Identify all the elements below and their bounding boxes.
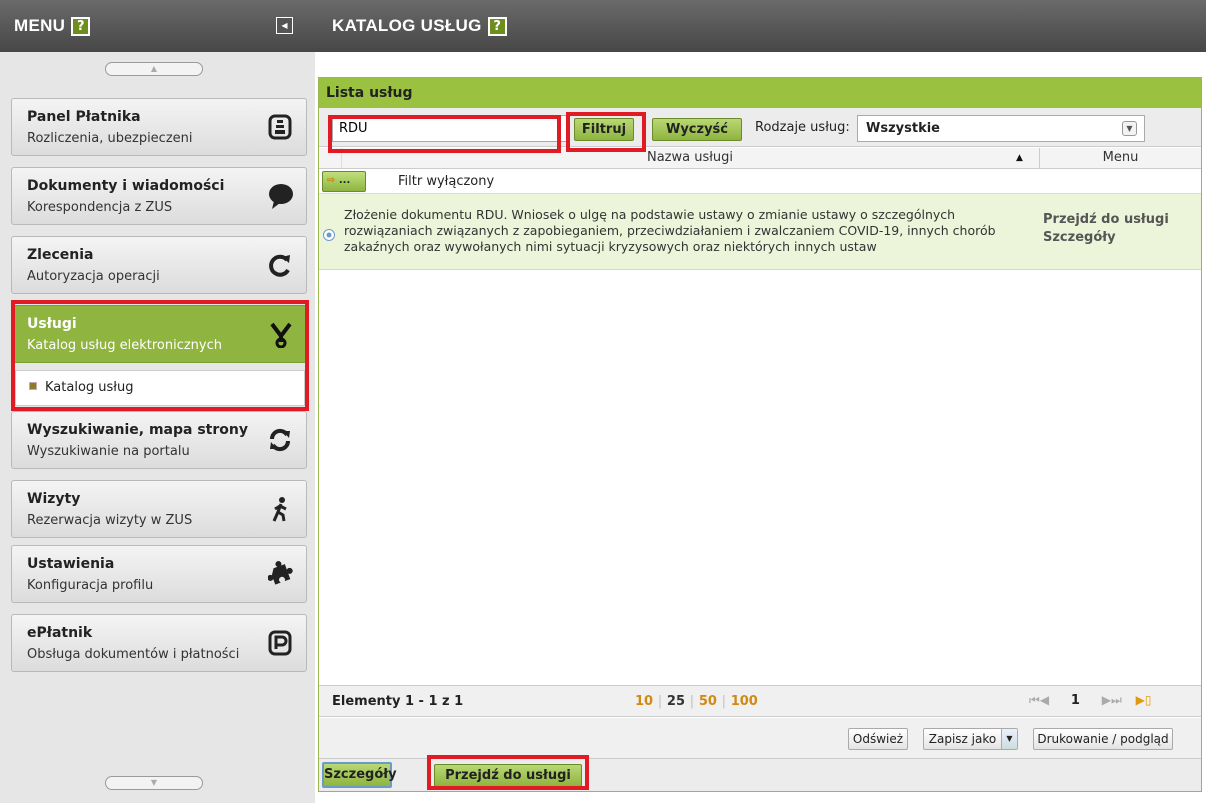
filter-status-row: ⇨ ... Filtr wyłączony (319, 169, 1201, 194)
sort-ascending-icon: ▲ (1016, 153, 1023, 163)
pager: ⏮◀ 1 ▶⏭ ▶▯ (1029, 693, 1151, 708)
scroll-down-button[interactable]: ▼ (105, 776, 203, 790)
refresh-button[interactable]: Odśwież (848, 728, 908, 750)
filter-row: Filtruj Wyczyść Rodzaje usług: Wszystkie… (319, 108, 1201, 147)
sidebar: MENU ? ◀ ▲ Panel Płatnika Rozliczenia, u… (0, 0, 315, 803)
sidebar-item-uslugi[interactable]: Usługi Katalog usług elektronicznych (11, 305, 307, 363)
sidebar-title: MENU (14, 16, 66, 35)
go-to-service-button[interactable]: Przejdź do usługi (434, 764, 582, 787)
sidebar-item-title: Panel Płatnika (27, 109, 141, 125)
sidebar-item-title: Wizyty (27, 491, 81, 507)
filter-toggle-button[interactable]: ⇨ ... (322, 171, 366, 192)
sidebar-item-subtitle: Katalog usług elektronicznych (27, 338, 222, 353)
sidebar-item-title: ePłatnik (27, 625, 93, 641)
sidebar-item-wizyty[interactable]: Wizyty Rezerwacja wizyty w ZUS (11, 480, 307, 538)
service-types-value: Wszystkie (866, 121, 940, 136)
payer-panel-icon (268, 113, 292, 141)
page-size-option[interactable]: 100 (731, 694, 758, 709)
page-size-option-current[interactable]: 25 (667, 694, 685, 709)
save-as-button[interactable]: Zapisz jako ▼ (923, 728, 1018, 750)
table-row[interactable]: Złożenie dokumentu RDU. Wniosek o ulgę n… (319, 194, 1201, 270)
filter-toggle-label: ... (338, 175, 351, 186)
sidebar-item-subtitle: Rozliczenia, ubezpieczeni (27, 131, 193, 146)
scroll-up-button[interactable]: ▲ (105, 62, 203, 76)
sidebar-item-dokumenty[interactable]: Dokumenty i wiadomości Korespondencja z … (11, 167, 307, 225)
table-header: Nazwa usługi ▲ Menu (319, 148, 1201, 169)
details-button[interactable]: Szczegóły (322, 762, 397, 788)
details-link[interactable]: Szczegóły (1043, 230, 1116, 245)
bullet-icon (29, 382, 37, 390)
refresh-icon (268, 251, 292, 279)
submenu-item-katalog-uslug[interactable]: Katalog usług (15, 370, 305, 406)
puzzle-icon (267, 560, 293, 588)
elements-count: Elementy 1 - 1 z 1 (332, 694, 464, 709)
pagination-bar: Elementy 1 - 1 z 1 10 | 25 | 50 | 100 ⏮◀… (319, 685, 1201, 717)
column-header-name[interactable]: Nazwa usługi (341, 148, 1038, 168)
arrow-right-icon: ⇨ (327, 175, 336, 186)
submenu-item-label: Katalog usług (45, 380, 134, 395)
prev-page-icon[interactable]: ◀ (1040, 693, 1049, 707)
filter-status-text: Filtr wyłączony (398, 174, 495, 189)
current-page: 1 (1070, 693, 1080, 708)
chevron-down-icon[interactable]: ▼ (1001, 729, 1017, 749)
sidebar-item-eplatnik[interactable]: ePłatnik Obsługa dokumentów i płatności (11, 614, 307, 672)
page-title: KATALOG USŁUG (332, 16, 482, 35)
services-icon (268, 320, 292, 349)
sidebar-item-panel-platnika[interactable]: Panel Płatnika Rozliczenia, ubezpieczeni (11, 98, 307, 156)
service-types-select[interactable]: Wszystkie ▼ (857, 115, 1145, 142)
panel-title: Lista usług (319, 78, 1201, 108)
help-icon[interactable]: ? (71, 16, 91, 36)
service-types-label: Rodzaje usług: (755, 120, 850, 135)
next-page-icon[interactable]: ▶ (1102, 693, 1111, 707)
page-size-option[interactable]: 50 (699, 694, 717, 709)
sidebar-item-subtitle: Korespondencja z ZUS (27, 200, 173, 215)
sidebar-item-subtitle: Obsługa dokumentów i płatności (27, 647, 240, 662)
collapse-left-icon[interactable]: ◀ (276, 17, 293, 34)
sidebar-item-title: Usługi (27, 316, 77, 332)
sidebar-item-title: Dokumenty i wiadomości (27, 178, 225, 194)
sidebar-item-subtitle: Rezerwacja wizyty w ZUS (27, 513, 193, 528)
service-name: Złożenie dokumentu RDU. Wniosek o ulgę n… (344, 207, 996, 254)
sidebar-item-zlecenia[interactable]: Zlecenia Autoryzacja operacji (11, 236, 307, 294)
column-header-menu: Menu (1039, 148, 1201, 168)
sidebar-item-subtitle: Autoryzacja operacji (27, 269, 160, 284)
first-page-icon[interactable]: ⏮ (1029, 693, 1040, 707)
export-icon[interactable]: ▶▯ (1136, 693, 1152, 707)
sidebar-item-title: Ustawienia (27, 556, 115, 572)
sync-icon (268, 426, 292, 454)
sidebar-item-title: Zlecenia (27, 247, 94, 263)
page-size-option[interactable]: 10 (635, 694, 653, 709)
save-as-label: Zapisz jako (928, 732, 997, 746)
filter-button[interactable]: Filtruj (574, 118, 634, 141)
sidebar-item-title: Wyszukiwanie, mapa strony (27, 422, 248, 438)
row-select-radio[interactable] (323, 229, 335, 241)
sidebar-item-wyszukiwanie[interactable]: Wyszukiwanie, mapa strony Wyszukiwanie n… (11, 411, 307, 469)
go-to-service-link[interactable]: Przejdź do usługi (1043, 212, 1169, 227)
page-header: KATALOG USŁUG ? (315, 0, 1206, 52)
search-input[interactable] (332, 115, 570, 142)
sidebar-item-ustawienia[interactable]: Ustawienia Konfiguracja profilu (11, 545, 307, 603)
sidebar-item-subtitle: Wyszukiwanie na portalu (27, 444, 190, 459)
walking-person-icon (268, 495, 292, 523)
page-size-selector: 10 | 25 | 50 | 100 (635, 694, 758, 709)
clear-button[interactable]: Wyczyść (652, 118, 742, 141)
sidebar-header: MENU ? ◀ (0, 0, 315, 52)
help-icon[interactable]: ? (487, 16, 507, 36)
bottom-bar: Szczegóły Przejdź do usługi (319, 759, 1201, 791)
sidebar-item-subtitle: Konfiguracja profilu (27, 578, 154, 593)
action-bar: Odśwież Zapisz jako ▼ Drukowanie / podgl… (319, 718, 1201, 759)
print-preview-button[interactable]: Drukowanie / podgląd (1033, 728, 1173, 750)
chevron-down-icon: ▼ (1122, 121, 1137, 136)
speech-bubble-icon (268, 182, 293, 210)
services-list-panel: Lista usług Filtruj Wyczyść Rodzaje usłu… (318, 77, 1202, 792)
epayer-icon (268, 629, 292, 657)
last-page-icon[interactable]: ⏭ (1111, 693, 1122, 707)
